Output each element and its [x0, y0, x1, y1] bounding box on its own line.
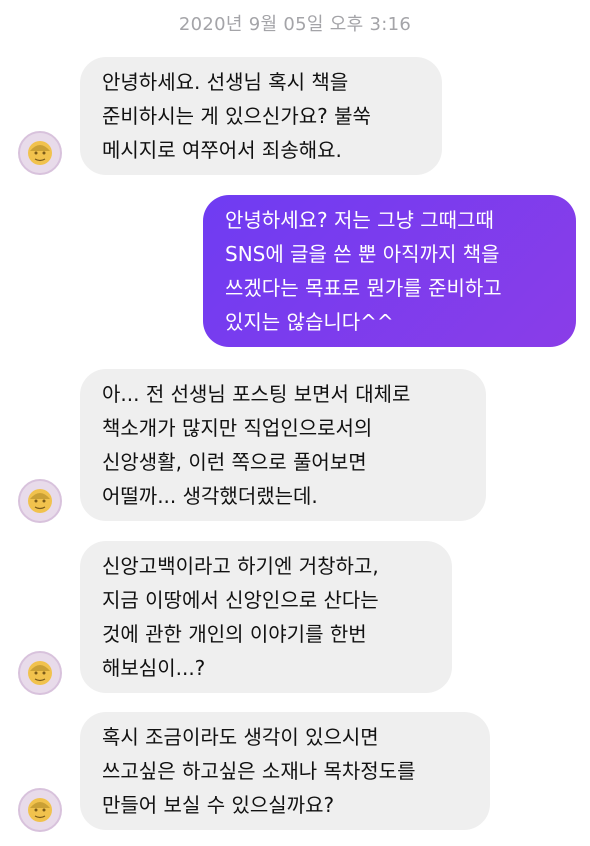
avatar-icon[interactable]: [18, 788, 62, 832]
chat-timestamp: 2020년 9월 05일 오후 3:16: [178, 14, 412, 35]
message-bubble-incoming[interactable]: 안녕하세요. 선생님 혹시 책을 준비하시는 게 있으신가요? 불쑥 메시지로 …: [80, 57, 442, 175]
message-bubble-incoming[interactable]: 혹시 조금이라도 생각이 있으시면 쓰고싶은 하고싶은 소재나 목차정도를 만들…: [80, 712, 490, 830]
avatar-icon[interactable]: [18, 651, 62, 695]
message-bubble-incoming[interactable]: 신앙고백이라고 하기엔 거창하고, 지금 이땅에서 신앙인으로 산다는 것에 관…: [80, 541, 452, 693]
message-bubble-outgoing[interactable]: 안녕하세요? 저는 그냥 그때그때 SNS에 글을 쓴 뿐 아직까지 책을 쓰겠…: [203, 195, 576, 347]
avatar-icon[interactable]: [18, 131, 62, 175]
message-bubble-incoming[interactable]: 아... 전 선생님 포스팅 보면서 대체로 책소개가 많지만 직업인으로서의 …: [80, 369, 486, 521]
avatar-icon[interactable]: [18, 479, 62, 523]
